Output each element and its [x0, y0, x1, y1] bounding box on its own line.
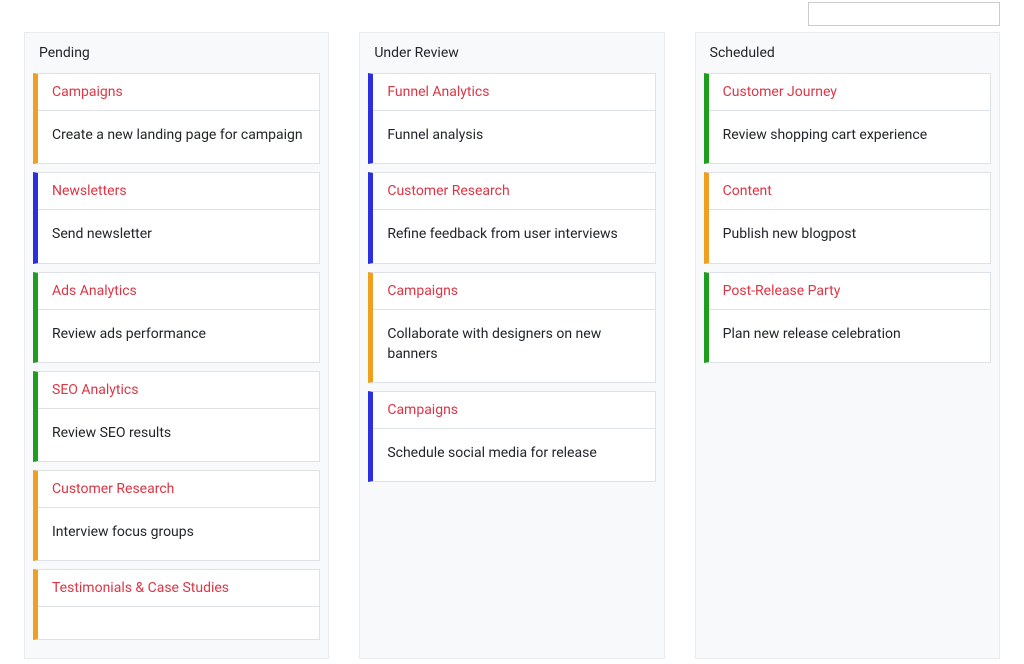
card-text: Review shopping cart experience [709, 111, 990, 163]
card-header: Campaigns [38, 74, 319, 111]
card-text: Plan new release celebration [709, 310, 990, 362]
card[interactable]: Campaigns Collaborate with designers on … [368, 272, 655, 384]
card-header: SEO Analytics [38, 372, 319, 409]
card[interactable]: Campaigns Schedule social media for rele… [368, 391, 655, 482]
card-category-link[interactable]: Ads Analytics [52, 283, 137, 299]
card-text: Interview focus groups [38, 508, 319, 560]
card-category-link[interactable]: Funnel Analytics [387, 84, 489, 100]
card[interactable]: Ads Analytics Review ads performance [33, 272, 320, 363]
column-title: Under Review [360, 33, 663, 73]
card-category-link[interactable]: Campaigns [387, 402, 458, 418]
card[interactable]: Campaigns Create a new landing page for … [33, 73, 320, 164]
card[interactable]: Funnel Analytics Funnel analysis [368, 73, 655, 164]
card[interactable]: Customer Research Interview focus groups [33, 470, 320, 561]
card-text: Review ads performance [38, 310, 319, 362]
column-cards[interactable]: Funnel Analytics Funnel analysis Custome… [360, 73, 663, 500]
card-category-link[interactable]: Customer Journey [723, 84, 837, 100]
column-cards[interactable]: Campaigns Create a new landing page for … [25, 73, 328, 658]
card-header: Testimonials & Case Studies [38, 570, 319, 607]
column-pending: Pending Campaigns Create a new landing p… [24, 32, 329, 659]
card-header: Customer Research [373, 173, 654, 210]
card[interactable]: Post-Release Party Plan new release cele… [704, 272, 991, 363]
card-text: Review SEO results [38, 409, 319, 461]
card-text: Refine feedback from user interviews [373, 210, 654, 262]
card-header: Funnel Analytics [373, 74, 654, 111]
card-header: Post-Release Party [709, 273, 990, 310]
card[interactable]: Testimonials & Case Studies [33, 569, 320, 640]
card-category-link[interactable]: Campaigns [52, 84, 123, 100]
card-category-link[interactable]: Content [723, 183, 772, 199]
card-text: Collaborate with designers on new banner… [373, 310, 654, 383]
card-category-link[interactable]: Testimonials & Case Studies [52, 580, 229, 596]
column-cards[interactable]: Customer Journey Review shopping cart ex… [696, 73, 999, 381]
card-header: Newsletters [38, 173, 319, 210]
card-text: Funnel analysis [373, 111, 654, 163]
card-category-link[interactable]: SEO Analytics [52, 382, 138, 398]
card-text: Schedule social media for release [373, 429, 654, 481]
card-category-link[interactable]: Customer Research [387, 183, 509, 199]
card-header: Ads Analytics [38, 273, 319, 310]
card-text: Create a new landing page for campaign [38, 111, 319, 163]
card-header: Customer Research [38, 471, 319, 508]
kanban-board: Pending Campaigns Create a new landing p… [0, 32, 1024, 659]
column-under-review: Under Review Funnel Analytics Funnel ana… [359, 32, 664, 659]
card[interactable]: SEO Analytics Review SEO results [33, 371, 320, 462]
column-title: Pending [25, 33, 328, 73]
card-header: Customer Journey [709, 74, 990, 111]
filter-dropdown[interactable] [808, 2, 1000, 26]
card[interactable]: Customer Research Refine feedback from u… [368, 172, 655, 263]
card-text [38, 607, 319, 639]
card-text: Publish new blogpost [709, 210, 990, 262]
card-category-link[interactable]: Post-Release Party [723, 283, 841, 299]
card-text: Send newsletter [38, 210, 319, 262]
card-category-link[interactable]: Customer Research [52, 481, 174, 497]
card-category-link[interactable]: Newsletters [52, 183, 127, 199]
card-category-link[interactable]: Campaigns [387, 283, 458, 299]
card-header: Campaigns [373, 392, 654, 429]
column-title: Scheduled [696, 33, 999, 73]
column-scheduled: Scheduled Customer Journey Review shoppi… [695, 32, 1000, 659]
card-header: Campaigns [373, 273, 654, 310]
card-header: Content [709, 173, 990, 210]
card[interactable]: Content Publish new blogpost [704, 172, 991, 263]
card[interactable]: Newsletters Send newsletter [33, 172, 320, 263]
card[interactable]: Customer Journey Review shopping cart ex… [704, 73, 991, 164]
